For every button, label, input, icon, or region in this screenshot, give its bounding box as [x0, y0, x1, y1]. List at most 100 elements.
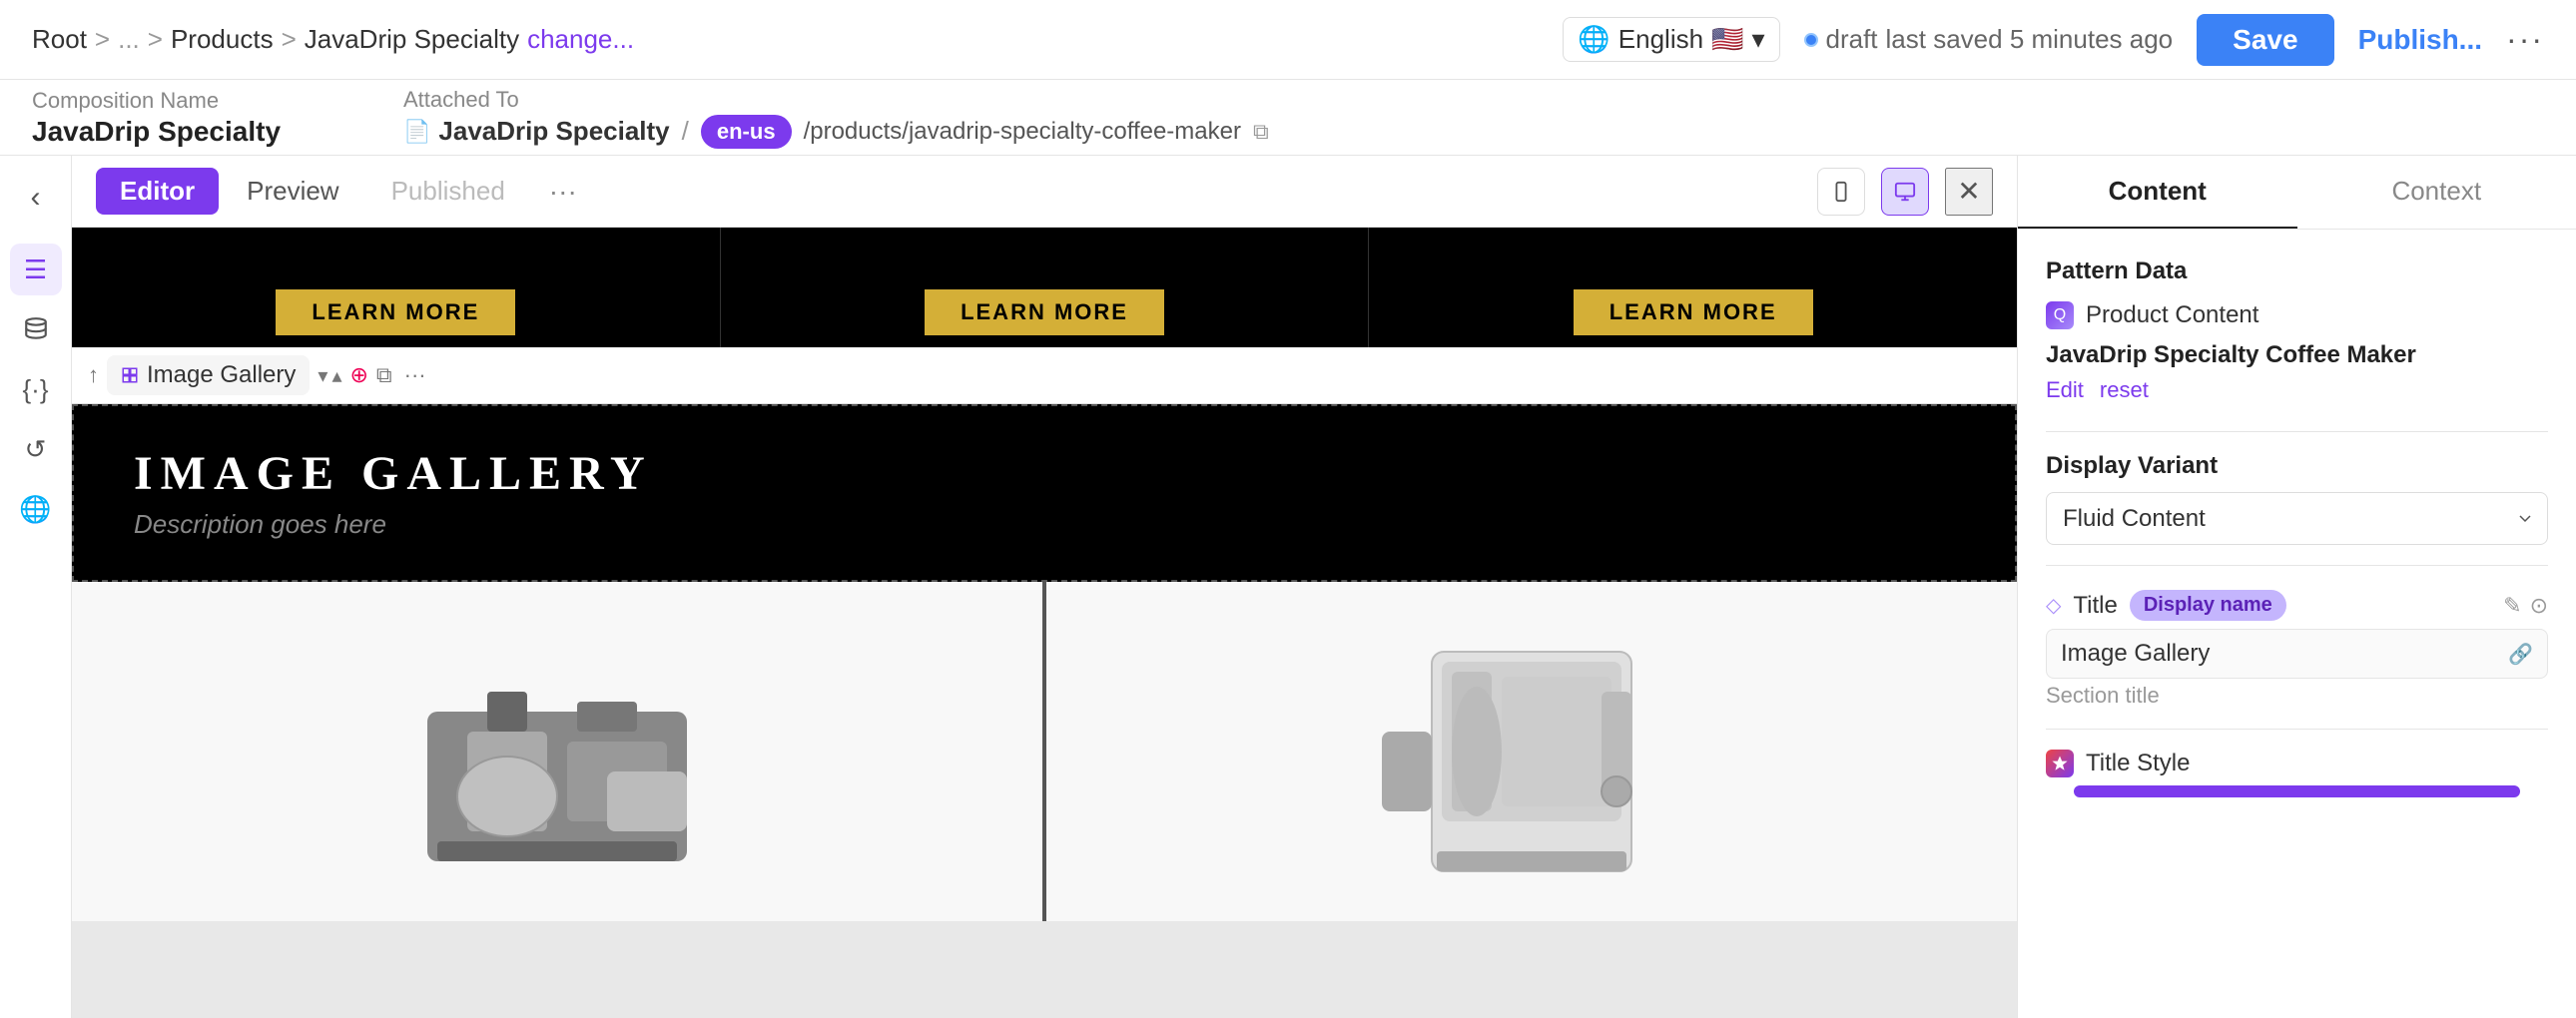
tab-context[interactable]: Context	[2297, 156, 2576, 229]
url-path: /products/javadrip-specialty-coffee-make…	[804, 118, 1241, 146]
slash: /	[682, 116, 689, 147]
component-icon	[121, 366, 139, 384]
product-image-right	[1046, 582, 2017, 921]
component-name-tag: Image Gallery	[107, 355, 310, 395]
breadcrumb-dots: ...	[118, 24, 140, 55]
image-gallery-description: Description goes here	[134, 509, 1955, 540]
breadcrumb-products[interactable]: Products	[171, 24, 274, 55]
component-expand-button[interactable]: ▾	[318, 363, 327, 388]
hero-learn-more-3[interactable]: LEARN MORE	[1574, 289, 1813, 335]
image-gallery-input-row: Image Gallery 🔗	[2046, 629, 2548, 679]
edit-link[interactable]: Edit	[2046, 377, 2084, 403]
hero-banner-section: LEARN MORE LEARN MORE LEARN MORE	[72, 228, 2017, 347]
tab-preview[interactable]: Preview	[223, 168, 362, 215]
component-up-button[interactable]: ↑	[88, 362, 99, 388]
display-variant-heading: Display Variant	[2046, 452, 2548, 480]
hero-learn-more-2[interactable]: LEARN MORE	[925, 289, 1164, 335]
mobile-view-button[interactable]	[1817, 168, 1865, 216]
desktop-view-button[interactable]	[1881, 168, 1929, 216]
coffee-maker-left-svg	[347, 612, 767, 891]
edit-pen-icon[interactable]: ✎	[2503, 593, 2521, 619]
title-diamond-icon: ◇	[2046, 593, 2061, 618]
main-area: ‹ ☰ {·} ↺ 🌐 Editor Preview Published ···	[0, 156, 2576, 1018]
top-bar-more-button[interactable]: ···	[2506, 21, 2544, 58]
editor-toolbar: Editor Preview Published ··· ✕	[72, 156, 2017, 228]
image-gallery-input-value: Image Gallery	[2061, 640, 2500, 668]
component-collapse-button[interactable]: ▴	[331, 363, 341, 388]
sidebar-item-code[interactable]: {·}	[10, 363, 62, 415]
lang-chevron-icon: ▾	[1751, 24, 1764, 55]
title-row: ◇ Title Display name ✎ ⊙	[2046, 590, 2548, 621]
lang-flag: 🇺🇸	[1711, 24, 1743, 55]
hero-learn-more-1[interactable]: LEARN MORE	[276, 289, 515, 335]
hero-item-2: LEARN MORE	[721, 228, 1370, 347]
editor-tab-group: Editor Preview Published	[96, 168, 529, 215]
breadcrumb-current: JavaDrip Specialty	[305, 24, 519, 55]
divider-1	[2046, 431, 2548, 432]
editor-toolbar-right: ✕	[1817, 168, 1993, 216]
draft-dot	[1804, 33, 1818, 47]
attached-to-label: Attached To	[403, 87, 1269, 113]
sidebar-item-database[interactable]	[10, 303, 62, 355]
reset-link[interactable]: reset	[2100, 377, 2149, 403]
breadcrumb-change-link[interactable]: change...	[527, 24, 634, 55]
save-button[interactable]: Save	[2197, 14, 2333, 66]
canvas-content: LEARN MORE LEARN MORE LEARN MORE ↑	[72, 228, 2017, 921]
pattern-data-label: Product Content	[2086, 301, 2258, 329]
copy-path-icon[interactable]: ⧉	[1253, 119, 1269, 145]
right-panel-tabs: Content Context	[2018, 156, 2576, 230]
sidebar-item-history[interactable]: ↺	[10, 423, 62, 475]
sidebar-item-globe[interactable]: 🌐	[10, 483, 62, 535]
tab-editor[interactable]: Editor	[96, 168, 219, 215]
attached-document[interactable]: 📄 JavaDrip Specialty	[403, 116, 670, 147]
sidebar-back-button[interactable]: ‹	[10, 172, 62, 224]
product-image-left	[72, 582, 1046, 921]
settings-circle-icon[interactable]: ⊙	[2530, 593, 2548, 619]
doc-name: JavaDrip Specialty	[438, 116, 669, 147]
product-name: JavaDrip Specialty Coffee Maker	[2046, 341, 2548, 369]
component-more-button[interactable]: ···	[404, 362, 426, 388]
tab-published[interactable]: Published	[367, 168, 529, 215]
canvas-area: LEARN MORE LEARN MORE LEARN MORE ↑	[72, 228, 2017, 1018]
breadcrumb: Root > ... > Products > JavaDrip Special…	[32, 24, 634, 55]
breadcrumb-sep2: >	[148, 24, 163, 55]
pattern-data-heading: Pattern Data	[2046, 257, 2548, 285]
title-style-label: Title Style	[2086, 750, 2190, 777]
component-duplicate-button[interactable]: ⧉	[376, 362, 392, 388]
coffee-maker-right-svg	[1282, 612, 1781, 891]
composition-name-input[interactable]: JavaDrip Specialty	[32, 116, 371, 148]
globe-icon: 🌐	[1578, 24, 1610, 55]
publish-button[interactable]: Publish...	[2358, 24, 2482, 56]
top-bar-right: 🌐 English 🇺🇸 ▾ draft last saved 5 minute…	[1563, 14, 2544, 66]
tab-content[interactable]: Content	[2018, 156, 2297, 229]
pattern-data-icon-label: Q	[2054, 306, 2066, 324]
link-icon[interactable]: 🔗	[2508, 642, 2533, 667]
last-saved-text: last saved 5 minutes ago	[1886, 24, 2174, 55]
title-style-row: Title Style	[2046, 750, 2548, 777]
component-target-button[interactable]: ⊕	[349, 362, 367, 388]
pattern-data-row: Q Product Content	[2046, 301, 2548, 329]
title-style-icon	[2046, 750, 2074, 777]
hero-item-3: LEARN MORE	[1369, 228, 2017, 347]
editor-toolbar-more-button[interactable]: ···	[549, 176, 577, 208]
second-bar: Composition Name JavaDrip Specialty Atta…	[0, 80, 2576, 156]
image-gallery-title: IMAGE GALLERY	[134, 446, 1955, 501]
top-bar: Root > ... > Products > JavaDrip Special…	[0, 0, 2576, 80]
sidebar-item-menu[interactable]: ☰	[10, 244, 62, 295]
close-editor-button[interactable]: ✕	[1945, 168, 1993, 216]
breadcrumb-sep1: >	[95, 24, 110, 55]
draft-text: draft	[1826, 24, 1878, 55]
section-title-label: Section title	[2046, 683, 2548, 709]
language-selector[interactable]: 🌐 English 🇺🇸 ▾	[1563, 17, 1779, 62]
edit-reset-row: Edit reset	[2046, 377, 2548, 403]
lang-badge[interactable]: en-us	[701, 115, 792, 149]
image-gallery-section: IMAGE GALLERY Description goes here	[72, 404, 2017, 582]
right-panel-body: Pattern Data Q Product Content JavaDrip …	[2018, 230, 2576, 1018]
display-name-badge: Display name	[2130, 590, 2286, 621]
divider-2	[2046, 565, 2548, 566]
component-arrows: ▾ ▴	[318, 363, 341, 388]
attached-to-group: Attached To 📄 JavaDrip Specialty / en-us…	[403, 87, 1269, 149]
display-variant-select[interactable]: Fluid Content Fixed Content Full Width	[2046, 492, 2548, 545]
editor-area: Editor Preview Published ··· ✕	[72, 156, 2017, 1018]
left-sidebar: ‹ ☰ {·} ↺ 🌐	[0, 156, 72, 1018]
